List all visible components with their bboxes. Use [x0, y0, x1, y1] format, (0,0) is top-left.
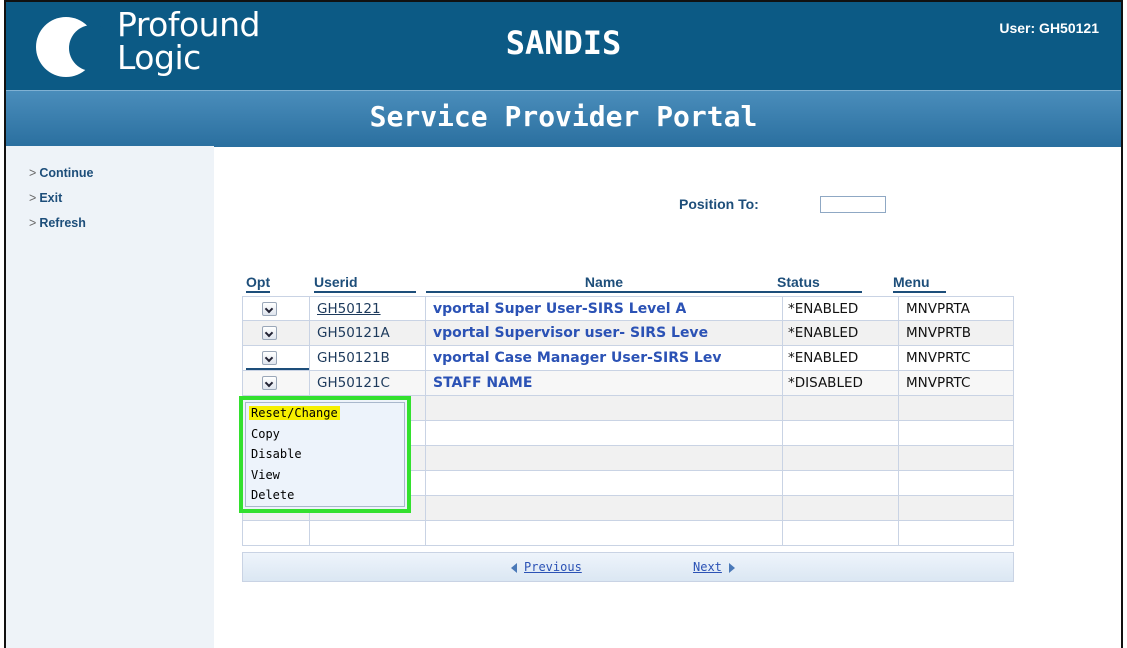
header: Profound Logic SANDIS User: GH50121 — [6, 2, 1121, 90]
column-header-status: Status — [777, 274, 862, 293]
chevron-right-icon: > — [29, 191, 37, 205]
userid-cell[interactable]: GH50121B — [317, 346, 390, 371]
sidebar-item-label: Refresh — [39, 216, 86, 230]
menu-item-label: Copy — [251, 426, 280, 441]
next-arrow-icon[interactable] — [729, 563, 735, 573]
next-link[interactable]: Next — [693, 560, 722, 574]
chevron-right-icon: > — [29, 216, 37, 230]
menu-item-label: Delete — [251, 488, 295, 502]
userid-cell[interactable]: GH50121 — [317, 297, 381, 322]
name-cell: vportal Super User-SIRS Level A — [433, 301, 687, 317]
option-menu: Reset/Change Copy Disable View Delete — [239, 396, 411, 513]
table-row[interactable]: GH50121 vportal Super User-SIRS Level A … — [242, 296, 1014, 322]
menu-item-label: Reset/Change — [249, 406, 340, 420]
previous-arrow-icon[interactable] — [511, 563, 517, 573]
app-title: SANDIS — [505, 24, 622, 62]
focus-underline — [246, 368, 309, 370]
menu-item-view[interactable]: View — [246, 465, 404, 486]
sidebar-item-continue[interactable]: > Continue — [29, 161, 214, 186]
option-dropdown[interactable] — [262, 302, 277, 316]
menu-item-delete[interactable]: Delete — [246, 485, 404, 506]
column-header-opt: Opt — [246, 274, 271, 293]
menu-cell: MNVPRTB — [906, 325, 972, 341]
column-header-name: Name — [426, 274, 782, 293]
name-cell: STAFF NAME — [433, 375, 533, 391]
sidebar-item-label: Continue — [39, 166, 94, 180]
option-dropdown[interactable] — [262, 326, 277, 340]
status-cell: *ENABLED — [788, 301, 859, 317]
previous-link[interactable]: Previous — [524, 560, 582, 574]
page-title: Service Provider Portal — [369, 100, 758, 133]
menu-cell: MNVPRTC — [906, 350, 971, 366]
pager: Previous Next — [242, 552, 1014, 582]
menu-item-label: View — [251, 467, 280, 482]
table-row[interactable]: GH50121A vportal Supervisor user- SIRS L… — [242, 321, 1014, 346]
menu-item-copy[interactable]: Copy — [246, 424, 404, 445]
column-header-menu: Menu — [893, 274, 946, 293]
name-cell: vportal Case Manager User-SIRS Lev — [433, 350, 722, 366]
current-user: User: GH50121 — [999, 20, 1099, 36]
status-cell: *ENABLED — [788, 350, 859, 366]
position-to-input[interactable] — [820, 196, 886, 213]
status-cell: *DISABLED — [788, 375, 863, 391]
sidebar-item-refresh[interactable]: > Refresh — [29, 211, 214, 236]
position-to-label: Position To: — [679, 196, 759, 212]
name-cell: vportal Supervisor user- SIRS Leve — [433, 325, 709, 341]
status-cell: *ENABLED — [788, 325, 859, 341]
column-header-userid: Userid — [314, 274, 416, 293]
menu-cell: MNVPRTC — [906, 375, 971, 391]
table-row-empty — [242, 521, 1014, 546]
menu-item-disable[interactable]: Disable — [246, 444, 404, 465]
userid-cell[interactable]: GH50121A — [317, 321, 390, 346]
table-row[interactable]: GH50121B vportal Case Manager User-SIRS … — [242, 346, 1014, 371]
subheader: Service Provider Portal — [6, 90, 1121, 147]
menu-item-reset-change[interactable]: Reset/Change — [246, 403, 404, 424]
sidebar-item-label: Exit — [39, 191, 63, 205]
userid-cell[interactable]: GH50121C — [317, 371, 390, 396]
sidebar-item-exit[interactable]: > Exit — [29, 186, 214, 211]
table-row[interactable]: GH50121C STAFF NAME *DISABLED MNVPRTC — [242, 371, 1014, 396]
option-menu-list: Reset/Change Copy Disable View Delete — [245, 402, 405, 507]
menu-item-label: Disable — [251, 447, 302, 461]
option-dropdown[interactable] — [262, 351, 277, 365]
app-window: Profound Logic SANDIS User: GH50121 Serv… — [4, 0, 1123, 648]
sidebar: > Continue > Exit > Refresh — [6, 146, 214, 648]
option-dropdown[interactable] — [262, 376, 277, 390]
menu-cell: MNVPRTA — [906, 301, 970, 317]
chevron-right-icon: > — [29, 166, 37, 180]
